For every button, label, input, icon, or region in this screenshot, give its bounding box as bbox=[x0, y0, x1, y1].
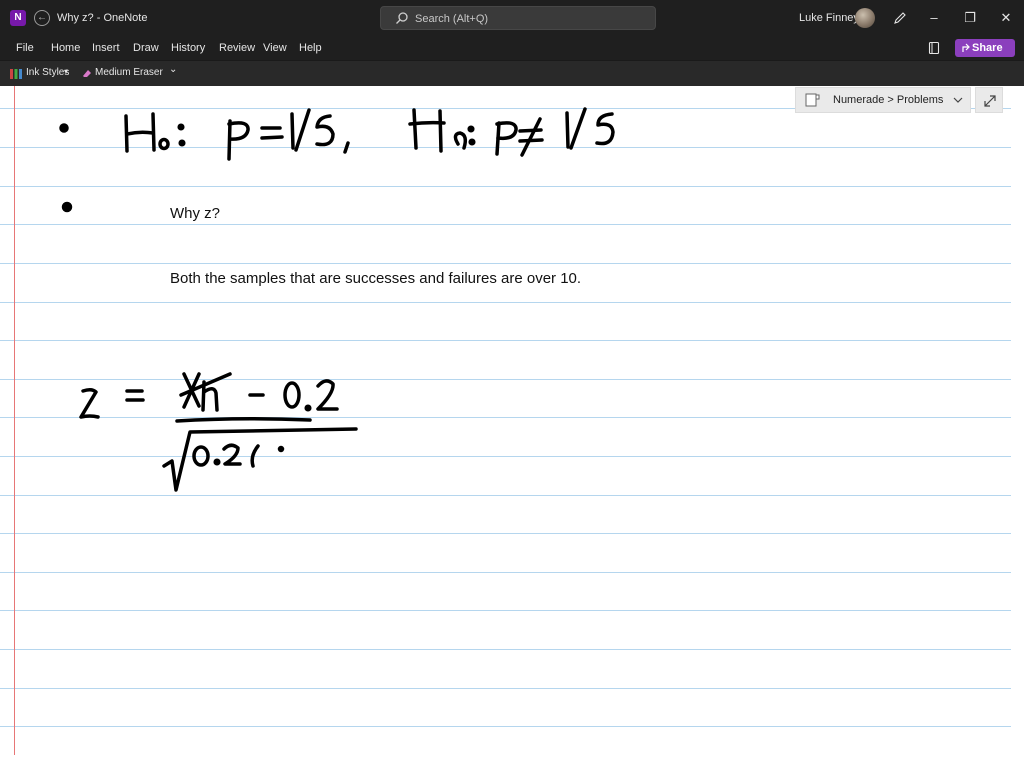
share-button[interactable]: Share bbox=[955, 39, 1015, 57]
menu-help[interactable]: Help bbox=[299, 42, 322, 54]
rule-line bbox=[0, 533, 1011, 534]
share-label: Share bbox=[972, 42, 1003, 54]
rule-line bbox=[0, 495, 1011, 496]
search-input[interactable] bbox=[415, 11, 645, 26]
chevron-down-icon bbox=[953, 97, 963, 103]
menu-insert[interactable]: Insert bbox=[92, 42, 120, 54]
rule-line bbox=[0, 186, 1011, 187]
rule-line bbox=[0, 688, 1011, 689]
rule-line bbox=[0, 726, 1011, 727]
note-page[interactable] bbox=[0, 86, 1024, 768]
medium-eraser-button[interactable]: Medium Eraser bbox=[95, 67, 163, 78]
eraser-icon bbox=[83, 70, 91, 77]
window-title: Why z? - OneNote bbox=[57, 12, 148, 24]
pen-icon[interactable] bbox=[893, 11, 907, 25]
search-icon bbox=[396, 12, 408, 24]
menu-history[interactable]: History bbox=[171, 42, 205, 54]
note-text-why-z[interactable]: Why z? bbox=[170, 205, 220, 222]
section-breadcrumb[interactable]: Numerade > Problems bbox=[795, 87, 971, 113]
ink-styles-button[interactable]: Ink Styles bbox=[26, 67, 69, 78]
rule-line bbox=[0, 572, 1011, 573]
minimize-icon[interactable]: – bbox=[915, 0, 953, 36]
restore-icon[interactable]: ❐ bbox=[951, 0, 989, 36]
menu-review[interactable]: Review bbox=[219, 42, 255, 54]
menu-view[interactable]: View bbox=[263, 42, 287, 54]
rule-line bbox=[0, 224, 1011, 225]
note-text-reason[interactable]: Both the samples that are successes and … bbox=[170, 270, 581, 287]
rule-line bbox=[0, 379, 1011, 380]
search-box[interactable] bbox=[380, 6, 656, 30]
expand-icon bbox=[984, 95, 996, 107]
menu-bar: File Home Insert Draw History Review Vie… bbox=[0, 36, 1024, 60]
rule-line bbox=[0, 610, 1011, 611]
menu-home[interactable]: Home bbox=[51, 42, 80, 54]
rule-line bbox=[0, 649, 1011, 650]
ribbon-more-icon[interactable]: ⌄ bbox=[169, 64, 177, 75]
notebook-icon[interactable] bbox=[927, 41, 941, 55]
back-icon[interactable]: ← bbox=[34, 10, 50, 26]
breadcrumb-text: Numerade > Problems bbox=[833, 94, 944, 106]
expand-button[interactable] bbox=[975, 87, 1003, 113]
notebook-section-icon bbox=[805, 93, 820, 107]
onenote-app-icon: N bbox=[10, 10, 26, 26]
title-bar: N ← Why z? - OneNote Luke Finney – ❐ ✕ bbox=[0, 0, 1024, 36]
rule-line bbox=[0, 456, 1011, 457]
rule-line bbox=[0, 302, 1011, 303]
rule-line bbox=[0, 147, 1011, 148]
rule-line bbox=[0, 340, 1011, 341]
user-name[interactable]: Luke Finney bbox=[799, 12, 859, 24]
rule-line bbox=[0, 417, 1011, 418]
avatar[interactable] bbox=[855, 8, 875, 28]
close-icon[interactable]: ✕ bbox=[987, 0, 1024, 36]
menu-file[interactable]: File bbox=[16, 42, 34, 54]
menu-draw[interactable]: Draw bbox=[133, 42, 159, 54]
margin-line bbox=[14, 86, 15, 755]
rule-line bbox=[0, 263, 1011, 264]
ink-styles-icon bbox=[10, 69, 22, 79]
ink-styles-chevron-icon[interactable]: ▾ bbox=[64, 67, 68, 76]
